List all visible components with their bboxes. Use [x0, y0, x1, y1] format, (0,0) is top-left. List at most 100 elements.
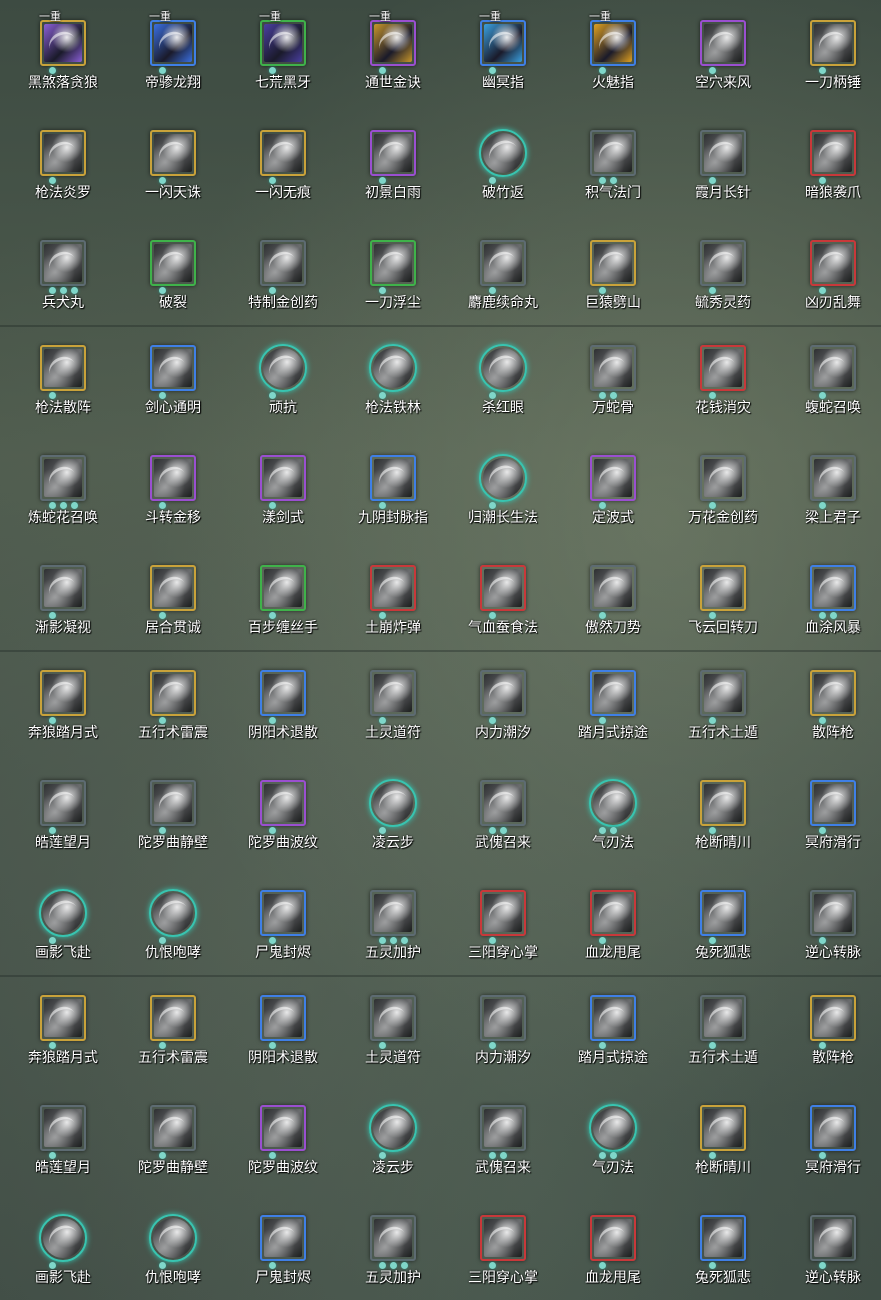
skill-slot[interactable]: 花钱消灾: [668, 335, 778, 445]
skill-frame[interactable]: [40, 20, 86, 66]
skill-frame[interactable]: [370, 130, 416, 176]
skill-slot[interactable]: 画影飞赴: [8, 1205, 118, 1300]
skill-frame[interactable]: [369, 779, 417, 827]
skill-frame[interactable]: [260, 1105, 306, 1151]
skill-slot[interactable]: 兔死狐悲: [668, 880, 778, 990]
skill-frame[interactable]: [260, 130, 306, 176]
skill-frame[interactable]: [700, 995, 746, 1041]
skill-frame[interactable]: [40, 780, 86, 826]
skill-frame[interactable]: [810, 565, 856, 611]
skill-slot[interactable]: 血龙甩尾: [558, 1205, 668, 1300]
skill-slot[interactable]: 冥府滑行: [778, 770, 881, 880]
skill-slot[interactable]: 飞云回转刀: [668, 555, 778, 665]
skill-slot[interactable]: 尸鬼封烬: [228, 1205, 338, 1300]
skill-frame[interactable]: [260, 995, 306, 1041]
skill-slot[interactable]: 暗狼袭爪: [778, 120, 881, 230]
skill-frame[interactable]: [369, 1104, 417, 1152]
skill-slot[interactable]: 兔死狐悲: [668, 1205, 778, 1300]
skill-slot[interactable]: 凌云步: [338, 770, 448, 880]
skill-frame[interactable]: [700, 345, 746, 391]
skill-frame[interactable]: [480, 890, 526, 936]
skill-slot[interactable]: 散阵枪: [778, 660, 881, 770]
skill-slot[interactable]: 武傀召来: [448, 1095, 558, 1205]
skill-slot[interactable]: 顽抗: [228, 335, 338, 445]
skill-frame[interactable]: [479, 129, 527, 177]
skill-slot[interactable]: 奔狼踏月式: [8, 660, 118, 770]
skill-frame[interactable]: [40, 995, 86, 1041]
skill-slot[interactable]: 万花金创药: [668, 445, 778, 555]
skill-slot[interactable]: 凶刃乱舞: [778, 230, 881, 340]
skill-slot[interactable]: 积气法门: [558, 120, 668, 230]
skill-frame[interactable]: [150, 1105, 196, 1151]
skill-frame[interactable]: [700, 670, 746, 716]
skill-slot[interactable]: 归潮长生法: [448, 445, 558, 555]
skill-slot[interactable]: 一重 七荒黑牙: [228, 10, 338, 120]
skill-frame[interactable]: [590, 130, 636, 176]
skill-frame[interactable]: [150, 455, 196, 501]
skill-frame[interactable]: [150, 670, 196, 716]
skill-frame[interactable]: [810, 455, 856, 501]
skill-frame[interactable]: [589, 779, 637, 827]
skill-frame[interactable]: [810, 1215, 856, 1261]
skill-slot[interactable]: 内力潮汐: [448, 660, 558, 770]
skill-frame[interactable]: [260, 780, 306, 826]
skill-frame[interactable]: [150, 345, 196, 391]
skill-slot[interactable]: 阴阳术退散: [228, 660, 338, 770]
skill-slot[interactable]: 凌云步: [338, 1095, 448, 1205]
skill-frame[interactable]: [260, 1215, 306, 1261]
skill-slot[interactable]: 一闪无痕: [228, 120, 338, 230]
skill-frame[interactable]: [479, 344, 527, 392]
skill-frame[interactable]: [810, 995, 856, 1041]
skill-frame[interactable]: [479, 454, 527, 502]
skill-frame[interactable]: [589, 1104, 637, 1152]
skill-slot[interactable]: 霞月长针: [668, 120, 778, 230]
skill-frame[interactable]: [810, 130, 856, 176]
skill-slot[interactable]: 血龙甩尾: [558, 880, 668, 990]
skill-frame[interactable]: [590, 345, 636, 391]
skill-slot[interactable]: 三阳穿心掌: [448, 1205, 558, 1300]
skill-slot[interactable]: 土崩炸弹: [338, 555, 448, 665]
skill-frame[interactable]: [480, 995, 526, 1041]
skill-slot[interactable]: 土灵道符: [338, 985, 448, 1095]
skill-frame[interactable]: [260, 20, 306, 66]
skill-frame[interactable]: [40, 565, 86, 611]
skill-slot[interactable]: 气刃法: [558, 1095, 668, 1205]
skill-frame[interactable]: [260, 240, 306, 286]
skill-slot[interactable]: 破裂: [118, 230, 228, 340]
skill-slot[interactable]: 枪断晴川: [668, 1095, 778, 1205]
skill-slot[interactable]: 初景白雨: [338, 120, 448, 230]
skill-frame[interactable]: [40, 1105, 86, 1151]
skill-slot[interactable]: 三阳穿心掌: [448, 880, 558, 990]
skill-frame[interactable]: [370, 890, 416, 936]
skill-slot[interactable]: 陀罗曲波纹: [228, 1095, 338, 1205]
skill-slot[interactable]: 陀罗曲静壁: [118, 770, 228, 880]
skill-slot[interactable]: 皓莲望月: [8, 1095, 118, 1205]
skill-frame[interactable]: [480, 565, 526, 611]
skill-slot[interactable]: 一重 帝骖龙翔: [118, 10, 228, 120]
skill-slot[interactable]: 皓莲望月: [8, 770, 118, 880]
skill-frame[interactable]: [700, 1105, 746, 1151]
skill-frame[interactable]: [700, 890, 746, 936]
skill-frame[interactable]: [810, 1105, 856, 1151]
skill-slot[interactable]: 一刀浮尘: [338, 230, 448, 340]
skill-frame[interactable]: [810, 345, 856, 391]
skill-slot[interactable]: 居合贯诚: [118, 555, 228, 665]
skill-slot[interactable]: 冥府滑行: [778, 1095, 881, 1205]
skill-frame[interactable]: [370, 1215, 416, 1261]
skill-slot[interactable]: 气血蚕食法: [448, 555, 558, 665]
skill-frame[interactable]: [480, 20, 526, 66]
skill-frame[interactable]: [260, 670, 306, 716]
skill-frame[interactable]: [480, 240, 526, 286]
skill-slot[interactable]: 踏月式掠途: [558, 985, 668, 1095]
skill-frame[interactable]: [700, 780, 746, 826]
skill-frame[interactable]: [590, 20, 636, 66]
skill-frame[interactable]: [810, 20, 856, 66]
skill-slot[interactable]: 仇恨咆哮: [118, 880, 228, 990]
skill-frame[interactable]: [480, 1215, 526, 1261]
skill-slot[interactable]: 万蛇骨: [558, 335, 668, 445]
skill-frame[interactable]: [590, 670, 636, 716]
skill-frame[interactable]: [700, 240, 746, 286]
skill-slot[interactable]: 一重 黑煞落贪狼: [8, 10, 118, 120]
skill-slot[interactable]: 五灵加护: [338, 1205, 448, 1300]
skill-slot[interactable]: 逆心转脉: [778, 880, 881, 990]
